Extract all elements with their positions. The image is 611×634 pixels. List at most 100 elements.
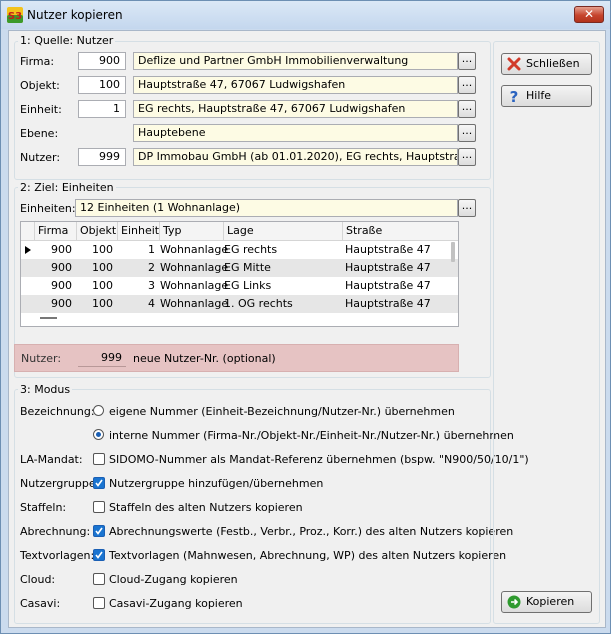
objekt-label: Objekt: bbox=[20, 79, 60, 92]
casavi-checkbox-label[interactable]: Casavi-Zugang kopieren bbox=[109, 597, 243, 610]
la-mandat-checkbox-label[interactable]: SIDOMO-Nummer als Mandat-Referenz überne… bbox=[109, 453, 529, 466]
einheit-lookup-button[interactable]: ... bbox=[458, 100, 476, 118]
abrechnung-label: Abrechnung: bbox=[20, 525, 91, 538]
ziel-nutzer-band: Nutzer: 999 neue Nutzer-Nr. (optional) bbox=[14, 344, 459, 372]
nutzer-lookup-button[interactable]: ... bbox=[458, 148, 476, 166]
title-bar[interactable]: S3 Nutzer kopieren ✕ bbox=[1, 1, 610, 29]
ziel-nutzer-hint: neue Nutzer-Nr. (optional) bbox=[133, 352, 276, 365]
hilfe-button[interactable]: ? Hilfe bbox=[501, 85, 592, 107]
interne-nummer-radio-label[interactable]: interne Nummer (Firma-Nr./Objekt-Nr./Ein… bbox=[109, 429, 514, 442]
la-mandat-checkbox[interactable] bbox=[93, 453, 105, 465]
nutzer-number-field[interactable]: 999 bbox=[78, 148, 126, 166]
grid-scroll-thumb[interactable] bbox=[451, 242, 455, 262]
ziel-nutzer-label: Nutzer: bbox=[21, 352, 62, 365]
row-pointer-icon bbox=[25, 246, 31, 254]
quelle-group-title: 1: Quelle: Nutzer bbox=[18, 34, 116, 47]
button-panel bbox=[493, 41, 600, 624]
firma-number-field[interactable]: 900 bbox=[78, 52, 126, 70]
table-row[interactable]: 900 100 4 Wohnanlage 1. OG rechts Haupts… bbox=[21, 295, 458, 313]
dialog-client-area: 1: Quelle: Nutzer Firma: 900 Deflize und… bbox=[8, 30, 606, 628]
svg-text:?: ? bbox=[510, 89, 519, 103]
einheiten-lookup-button[interactable]: ... bbox=[458, 199, 476, 217]
cell-objekt: 100 bbox=[92, 279, 113, 292]
cell-typ: Wohnanlage bbox=[160, 297, 229, 310]
ebene-label: Ebene: bbox=[20, 127, 59, 140]
grid-header-einheit[interactable]: Einheit bbox=[118, 222, 160, 240]
dialog-window: S3 Nutzer kopieren ✕ 1: Quelle: Nutzer F… bbox=[0, 0, 611, 634]
ebene-name-field: Hauptebene bbox=[133, 124, 458, 142]
cell-typ: Wohnanlage bbox=[160, 261, 229, 274]
cell-einheit: 1 bbox=[148, 243, 155, 256]
grid-header-indicator bbox=[21, 222, 35, 240]
staffeln-label: Staffeln: bbox=[20, 501, 67, 514]
abrechnung-checkbox[interactable] bbox=[93, 525, 105, 537]
eigene-nummer-radio[interactable] bbox=[93, 405, 104, 416]
table-row[interactable]: 900 100 3 Wohnanlage EG Links Hauptstraß… bbox=[21, 277, 458, 295]
checkmark-icon bbox=[95, 527, 103, 535]
grid-header-lage[interactable]: Lage bbox=[224, 222, 343, 240]
eigene-nummer-radio-label[interactable]: eigene Nummer (Einheit-Bezeichnung/Nutze… bbox=[109, 405, 455, 418]
kopieren-button[interactable]: Kopieren bbox=[501, 591, 592, 613]
cell-einheit: 3 bbox=[148, 279, 155, 292]
cell-firma: 900 bbox=[51, 243, 72, 256]
close-icon bbox=[507, 57, 521, 71]
interne-nummer-radio[interactable] bbox=[93, 429, 104, 440]
bezeichnung-label: Bezeichnung: bbox=[20, 405, 95, 418]
checkmark-icon bbox=[95, 479, 103, 487]
objekt-name-field: Hauptstraße 47, 67067 Ludwigshafen bbox=[133, 76, 458, 94]
schliessen-button-label: Schließen bbox=[526, 57, 580, 70]
ebene-lookup-button[interactable]: ... bbox=[458, 124, 476, 142]
table-row[interactable]: 900 100 1 Wohnanlage EG rechts Hauptstra… bbox=[21, 241, 458, 259]
einheiten-grid[interactable]: Firma Objekt Einheit Typ Lage Straße 900… bbox=[20, 221, 459, 327]
cell-strasse: Hauptstraße 47 bbox=[345, 297, 431, 310]
window-close-button[interactable]: ✕ bbox=[574, 6, 604, 23]
firma-name-field: Deflize und Partner GmbH Immobilienverwa… bbox=[133, 52, 458, 70]
la-mandat-label: LA-Mandat: bbox=[20, 453, 83, 466]
objekt-number-field[interactable]: 100 bbox=[78, 76, 126, 94]
cell-objekt: 100 bbox=[92, 243, 113, 256]
cell-lage: 1. OG rechts bbox=[224, 297, 293, 310]
cell-typ: Wohnanlage bbox=[160, 279, 229, 292]
firma-label: Firma: bbox=[20, 55, 55, 68]
cell-typ: Wohnanlage bbox=[160, 243, 229, 256]
textvorlagen-label: Textvorlagen: bbox=[20, 549, 95, 562]
grid-header-objekt[interactable]: Objekt bbox=[77, 222, 118, 240]
help-icon: ? bbox=[510, 89, 519, 103]
schliessen-button[interactable]: Schließen bbox=[501, 53, 592, 75]
cell-objekt: 100 bbox=[92, 297, 113, 310]
cell-firma: 900 bbox=[51, 261, 72, 274]
textvorlagen-checkbox-label[interactable]: Textvorlagen (Mahnwesen, Abrechnung, WP)… bbox=[109, 549, 506, 562]
staffeln-checkbox-label[interactable]: Staffeln des alten Nutzers kopieren bbox=[109, 501, 303, 514]
cell-lage: EG rechts bbox=[224, 243, 278, 256]
firma-lookup-button[interactable]: ... bbox=[458, 52, 476, 70]
cell-firma: 900 bbox=[51, 297, 72, 310]
nutzergruppe-checkbox-label[interactable]: Nutzergruppe hinzufügen/übernehmen bbox=[109, 477, 323, 490]
objekt-lookup-button[interactable]: ... bbox=[458, 76, 476, 94]
nutzergruppe-label: Nutzergruppe: bbox=[20, 477, 100, 490]
close-icon: ✕ bbox=[583, 7, 595, 21]
cell-objekt: 100 bbox=[92, 261, 113, 274]
casavi-label: Casavi: bbox=[20, 597, 61, 610]
window-title: Nutzer kopieren bbox=[27, 8, 123, 22]
staffeln-checkbox[interactable] bbox=[93, 501, 105, 513]
cloud-checkbox-label[interactable]: Cloud-Zugang kopieren bbox=[109, 573, 238, 586]
grid-header-firma[interactable]: Firma bbox=[35, 222, 77, 240]
cell-lage: EG Links bbox=[224, 279, 272, 292]
grid-header-strasse[interactable]: Straße bbox=[343, 222, 449, 240]
grid-vertical-scrollbar[interactable] bbox=[449, 240, 458, 310]
cloud-checkbox[interactable] bbox=[93, 573, 105, 585]
cell-einheit: 4 bbox=[148, 297, 155, 310]
abrechnung-checkbox-label[interactable]: Abrechnungswerte (Festb., Verbr., Proz.,… bbox=[109, 525, 513, 538]
ziel-nutzer-field[interactable]: 999 bbox=[78, 349, 126, 367]
app-icon: S3 bbox=[7, 7, 23, 23]
einheit-label: Einheit: bbox=[20, 103, 62, 116]
einheit-number-field[interactable]: 1 bbox=[78, 100, 126, 118]
nutzergruppe-checkbox[interactable] bbox=[93, 477, 105, 489]
grid-horizontal-scroll-thumb[interactable] bbox=[40, 317, 57, 319]
arrow-right-icon bbox=[507, 595, 521, 609]
grid-header-typ[interactable]: Typ bbox=[160, 222, 224, 240]
casavi-checkbox[interactable] bbox=[93, 597, 105, 609]
table-row[interactable]: 900 100 2 Wohnanlage EG Mitte Hauptstraß… bbox=[21, 259, 458, 277]
textvorlagen-checkbox[interactable] bbox=[93, 549, 105, 561]
hilfe-button-label: Hilfe bbox=[526, 89, 552, 102]
